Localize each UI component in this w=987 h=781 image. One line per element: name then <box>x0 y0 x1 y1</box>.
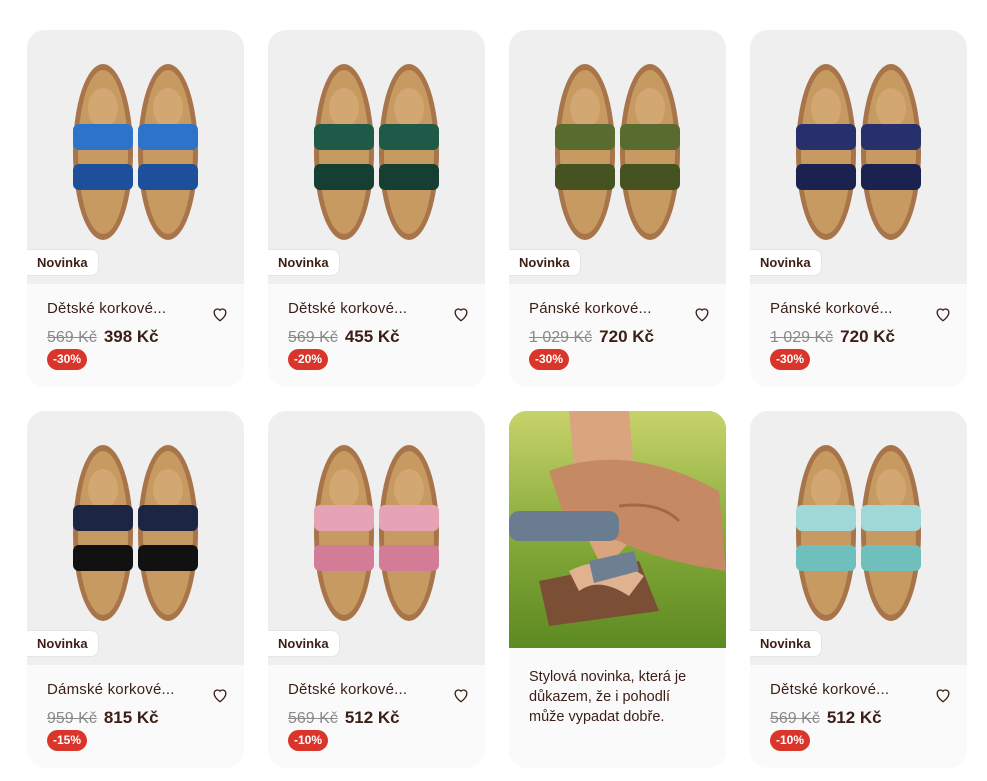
product-card[interactable]: Novinka Dětské korkové... 569 Kč 512 Kč -… <box>750 411 967 768</box>
new-badge: Novinka <box>268 630 340 657</box>
product-name[interactable]: Pánské korkové... <box>529 300 652 317</box>
new-badge: Novinka <box>509 249 581 276</box>
discount-badge: -30% <box>529 349 570 370</box>
product-name[interactable]: Dětské korkové... <box>288 681 407 698</box>
discount-badge: -20% <box>288 349 329 370</box>
product-image[interactable] <box>750 411 967 665</box>
product-image[interactable] <box>27 411 244 665</box>
original-price: 1 029 Kč <box>529 329 593 346</box>
promo-card[interactable]: Stylová novinka, která je důkazem, že i … <box>509 411 726 768</box>
sale-price: 512 Kč <box>344 708 400 727</box>
heart-outline-icon[interactable] <box>451 685 471 705</box>
product-card[interactable]: Novinka Dětské korkové... 569 Kč 398 Kč -… <box>27 30 244 387</box>
product-name[interactable]: Dětské korkové... <box>288 300 407 317</box>
product-image[interactable] <box>268 411 485 665</box>
product-card[interactable]: Novinka Dětské korkové... 569 Kč 512 Kč -… <box>268 411 485 768</box>
new-badge: Novinka <box>268 249 340 276</box>
original-price: 569 Kč <box>47 329 97 346</box>
product-image[interactable] <box>268 30 485 284</box>
discount-badge: -10% <box>770 730 811 751</box>
new-badge: Novinka <box>27 630 99 657</box>
heart-outline-icon[interactable] <box>210 685 230 705</box>
promo-text: Stylová novinka, která je důkazem, že i … <box>529 669 687 725</box>
heart-outline-icon[interactable] <box>933 685 953 705</box>
product-name[interactable]: Dětské korkové... <box>770 681 889 698</box>
discount-badge: -30% <box>770 349 811 370</box>
original-price: 959 Kč <box>47 710 97 727</box>
discount-badge: -10% <box>288 730 329 751</box>
new-badge: Novinka <box>27 249 99 276</box>
original-price: 1 029 Kč <box>770 329 834 346</box>
sale-price: 720 Kč <box>599 327 654 346</box>
product-card[interactable]: Novinka Pánské korkové... 1 029 Kč 720 Kč… <box>509 30 726 387</box>
product-image[interactable] <box>509 30 726 284</box>
new-badge: Novinka <box>750 249 822 276</box>
heart-outline-icon[interactable] <box>692 304 712 324</box>
discount-badge: -15% <box>47 730 88 751</box>
sale-price: 512 Kč <box>826 708 882 727</box>
discount-badge: -30% <box>47 349 88 370</box>
sale-price: 398 Kč <box>103 327 159 346</box>
heart-outline-icon[interactable] <box>451 304 471 324</box>
new-badge: Novinka <box>750 630 822 657</box>
original-price: 569 Kč <box>288 710 338 727</box>
product-image[interactable] <box>27 30 244 284</box>
heart-outline-icon[interactable] <box>933 304 953 324</box>
product-name[interactable]: Dámské korkové... <box>47 681 175 698</box>
sale-price: 720 Kč <box>840 327 895 346</box>
promo-photo[interactable] <box>509 411 726 648</box>
original-price: 569 Kč <box>770 710 820 727</box>
product-grid: Novinka Dětské korkové... 569 Kč 398 Kč -… <box>27 30 967 768</box>
product-image[interactable] <box>750 30 967 284</box>
product-card[interactable]: Novinka Dětské korkové... 569 Kč 455 Kč -… <box>268 30 485 387</box>
product-card[interactable]: Novinka Pánské korkové... 1 029 Kč 720 Kč… <box>750 30 967 387</box>
sale-price: 455 Kč <box>344 327 400 346</box>
heart-outline-icon[interactable] <box>210 304 230 324</box>
product-name[interactable]: Pánské korkové... <box>770 300 893 317</box>
sale-price: 815 Kč <box>103 708 159 727</box>
product-name[interactable]: Dětské korkové... <box>47 300 166 317</box>
product-card[interactable]: Novinka Dámské korkové... 959 Kč 815 Kč -… <box>27 411 244 768</box>
original-price: 569 Kč <box>288 329 338 346</box>
